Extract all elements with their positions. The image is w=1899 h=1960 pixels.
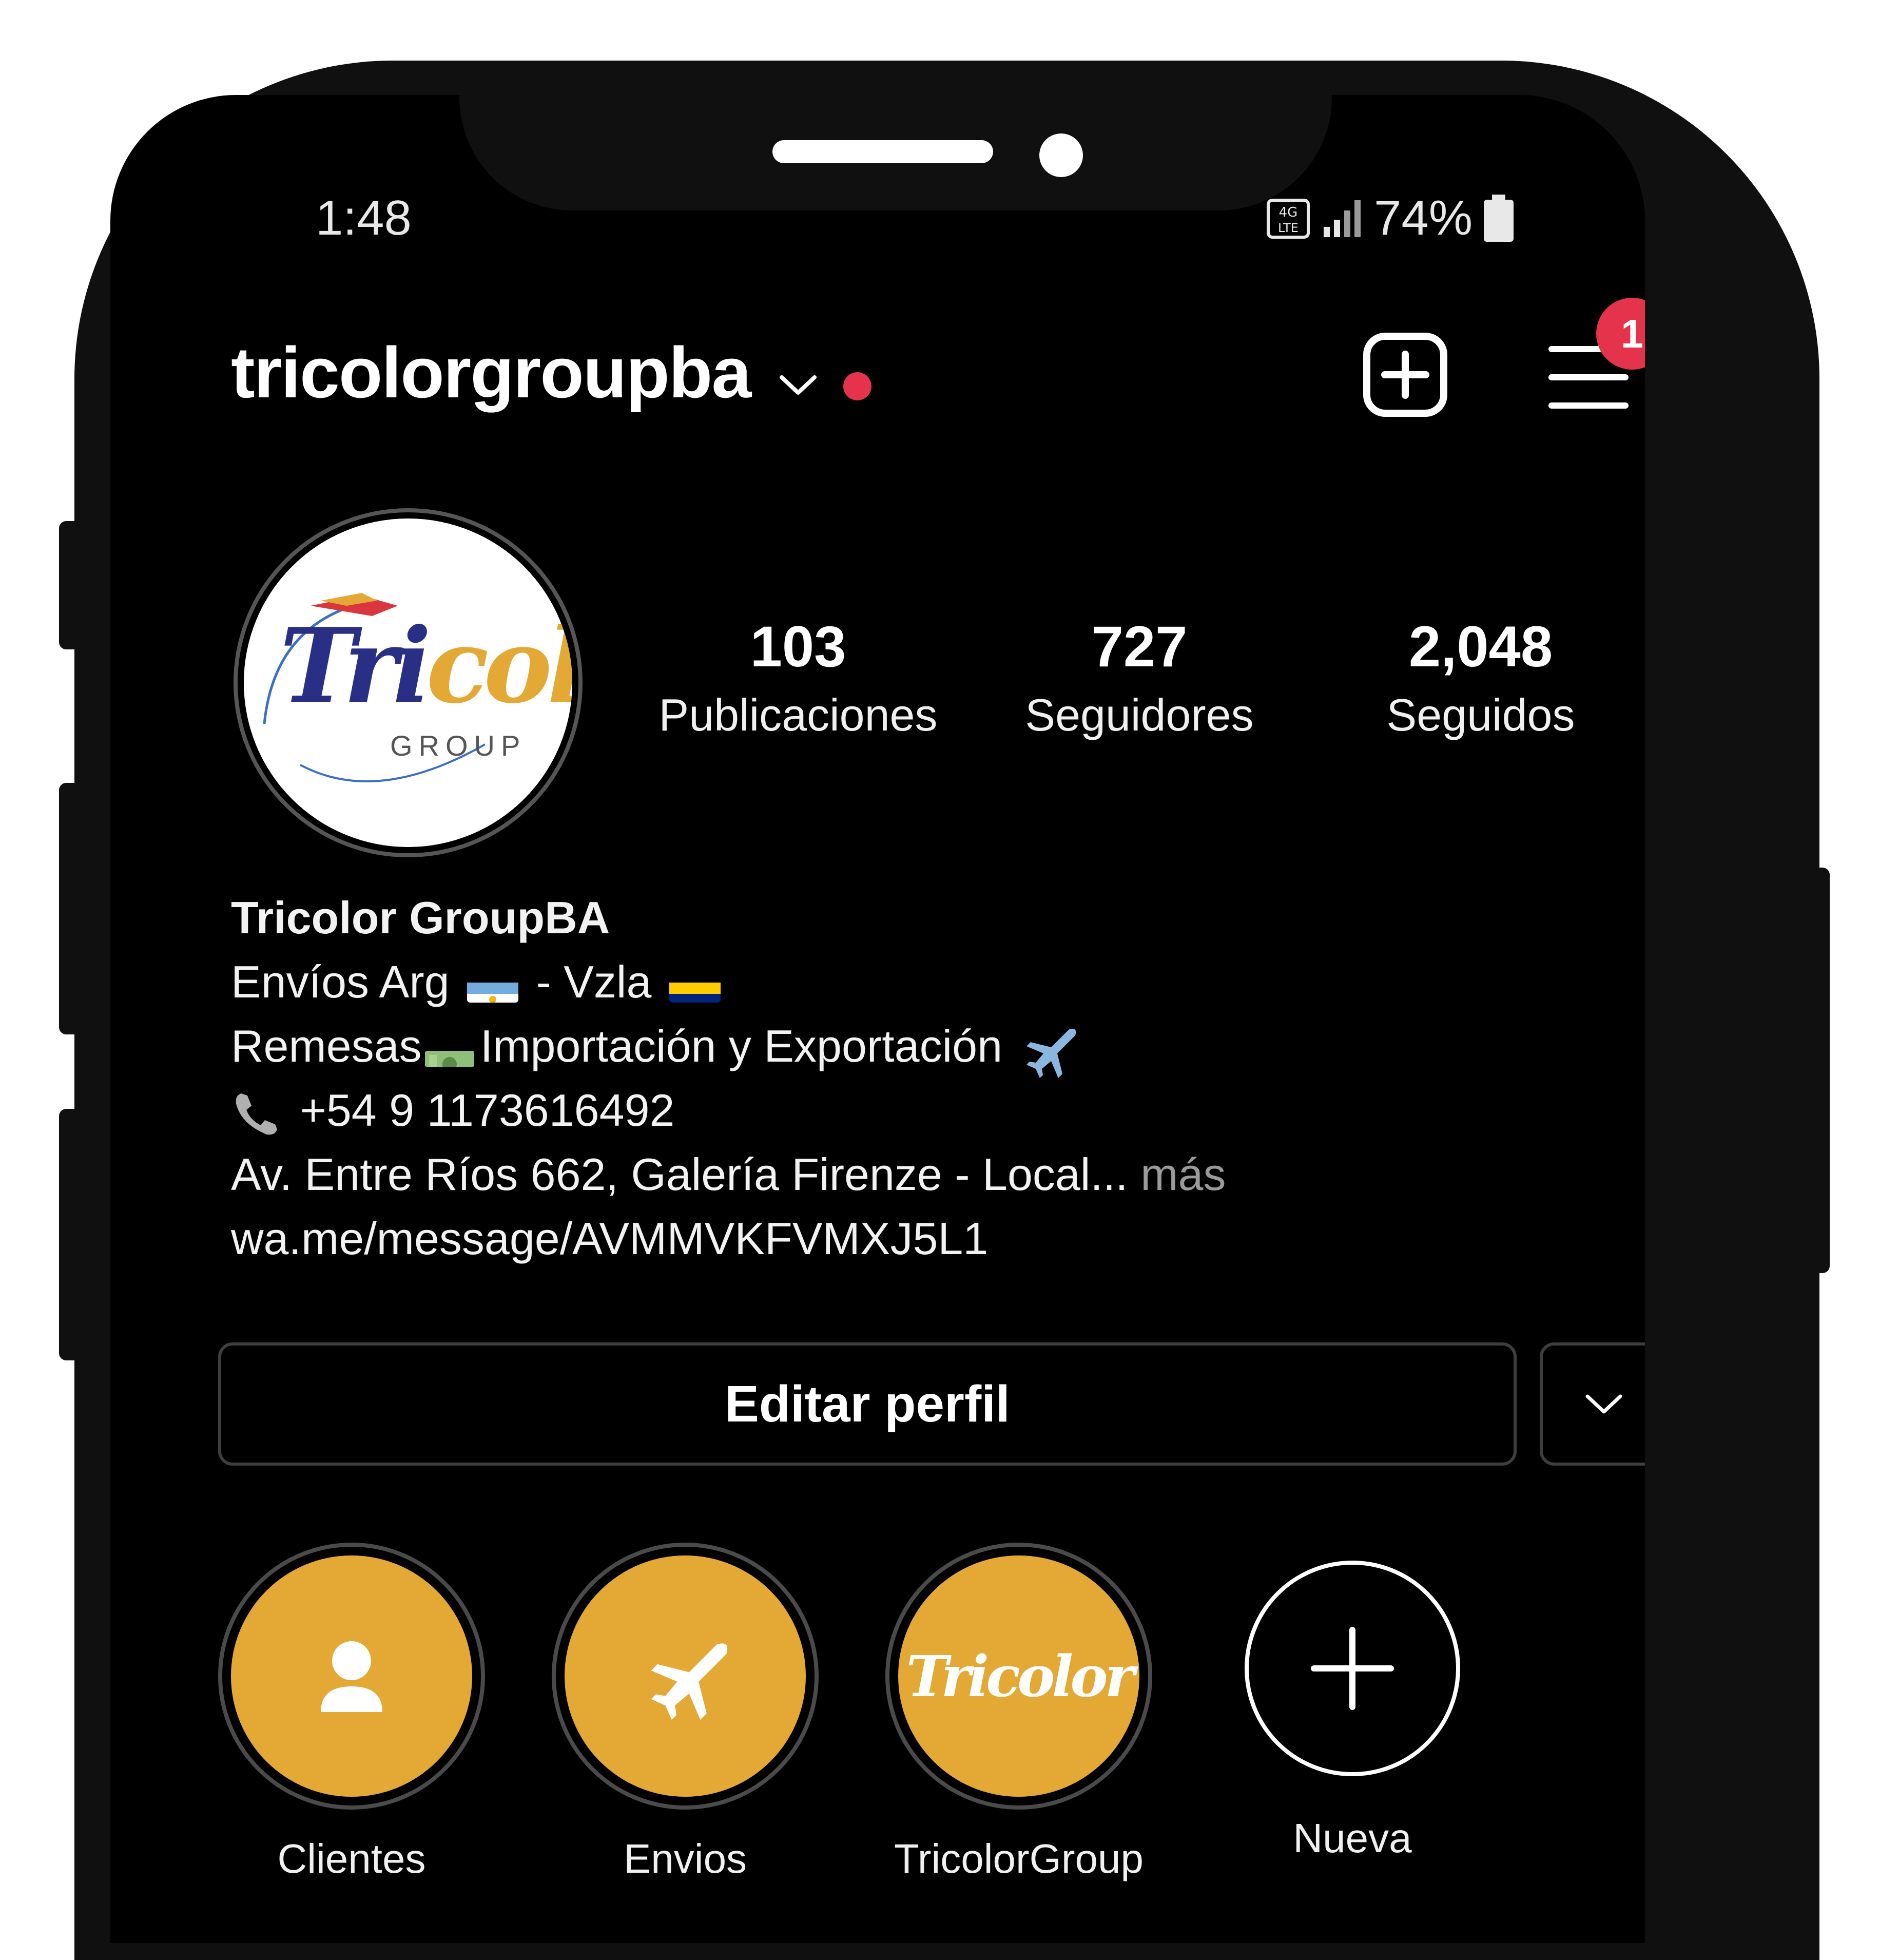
highlight-clientes[interactable]: Clientes (218, 1543, 485, 1882)
plus-icon (1311, 1627, 1394, 1710)
status-time: 1:48 (316, 190, 412, 245)
bio-remittances: Remesas (231, 1021, 422, 1071)
suggestions-dropdown-button[interactable] (1540, 1342, 1645, 1466)
svg-text:LTE: LTE (1278, 221, 1299, 235)
battery-icon (1484, 195, 1514, 242)
highlight-cover (231, 1555, 472, 1797)
bio-line-phone: +54 9 1173616492 (231, 1078, 1565, 1142)
battery-percentage: 74% (1374, 190, 1473, 245)
avatar-brand-text: Tricolor (280, 606, 572, 726)
highlight-new[interactable]: Nueva (1219, 1543, 1486, 1862)
venezuela-flag-icon (669, 969, 721, 1003)
phone-side-button-left-3 (59, 1109, 90, 1360)
chevron-down-icon (1585, 1394, 1622, 1414)
bio-shipping-origin: Envíos Arg (231, 956, 450, 1007)
new-highlight-ring (1245, 1561, 1460, 1776)
highlight-cover: Tricolor (898, 1555, 1139, 1797)
phone-speaker (772, 140, 993, 163)
money-icon (424, 1033, 475, 1067)
bio-line-address: Av. Entre Ríos 662, Galería Firenze - Lo… (231, 1142, 1565, 1206)
airplane-emoji-icon (1020, 1022, 1077, 1078)
stat-posts-label: Publicaciones (658, 689, 938, 740)
new-post-icon[interactable] (1362, 331, 1449, 418)
bio-more-link[interactable]: más (1140, 1149, 1226, 1200)
airplane-icon (651, 1643, 728, 1720)
bio-line-services: Remesas Importación y Exportación (231, 1014, 1565, 1078)
phone-side-button-left-2 (59, 783, 90, 1034)
phone-screen: 1:48 4G LTE 74% tricolorgroupba 1 Trico … (110, 95, 1645, 1943)
bio-shipping-destination: - Vzla (536, 956, 652, 1007)
argentina-flag-icon (467, 969, 519, 1003)
highlight-label: Clientes (277, 1836, 426, 1881)
profile-bio: Tricolor GroupBA Envíos Arg - Vzla Remes… (231, 886, 1565, 1271)
svg-text:4G: 4G (1279, 205, 1298, 220)
profile-avatar[interactable]: Tricolor GROUP (234, 508, 583, 857)
bio-import-export: Importación y Exportación (480, 1021, 1003, 1071)
highlight-label: Nueva (1293, 1815, 1412, 1861)
stat-posts-count: 103 (750, 614, 846, 679)
phone-side-button-right (1799, 868, 1830, 1273)
tricolor-logo-icon: Tricolor (906, 1643, 1134, 1709)
bio-line-shipping: Envíos Arg - Vzla (231, 950, 1565, 1014)
person-icon (321, 1641, 382, 1712)
stat-following[interactable]: 2,048 Seguidos (1327, 613, 1635, 741)
highlight-cover (565, 1555, 806, 1797)
highlight-envios[interactable]: Envios (552, 1543, 819, 1882)
avatar-logo: Tricolor GROUP (244, 518, 572, 847)
edit-profile-button[interactable]: Editar perfil (218, 1342, 1517, 1466)
bio-phone-number[interactable]: +54 9 1173616492 (300, 1085, 674, 1136)
status-indicators: 4G LTE 74% (1265, 190, 1517, 246)
bio-website-link[interactable]: wa.me/message/AVMMVKFVMXJ5L1 (231, 1206, 1565, 1271)
highlight-ring (218, 1543, 485, 1810)
chevron-down-icon[interactable] (778, 372, 819, 398)
highlight-tricolorgroup[interactable]: Tricolor TricolorGroup (885, 1543, 1152, 1882)
avatar-group-text: GROUP (390, 729, 527, 762)
stat-following-count: 2,048 (1408, 614, 1553, 679)
stat-followers-count: 727 (1091, 614, 1188, 679)
account-notification-dot (843, 372, 871, 400)
stat-following-label: Seguidos (1386, 689, 1575, 740)
stat-posts[interactable]: 103 Publicaciones (644, 613, 952, 741)
stat-followers-label: Seguidores (1025, 689, 1254, 740)
phone-side-button-left-1 (59, 521, 90, 649)
signal-icon (1324, 200, 1361, 237)
highlight-ring (552, 1543, 819, 1810)
phone-camera (1039, 133, 1083, 177)
profile-username[interactable]: tricolorgroupba (231, 331, 751, 414)
highlight-label: TricolorGroup (894, 1836, 1144, 1881)
highlight-label: Envios (623, 1836, 747, 1881)
bio-address: Av. Entre Ríos 662, Galería Firenze - Lo… (231, 1149, 1128, 1200)
highlight-ring: Tricolor (885, 1543, 1152, 1810)
bio-name: Tricolor GroupBA (231, 892, 610, 943)
phone-icon (231, 1088, 282, 1140)
stat-followers[interactable]: 727 Seguidores (985, 613, 1293, 741)
network-type-icon: 4G LTE (1267, 199, 1310, 239)
